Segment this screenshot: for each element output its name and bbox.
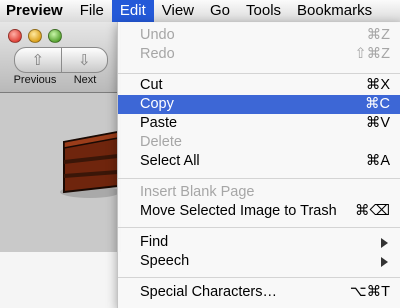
navigation-labels: Previous Next	[10, 74, 110, 86]
menu-preview[interactable]: Preview	[0, 0, 72, 22]
next-button[interactable]: ⇩	[62, 48, 108, 72]
previous-label[interactable]: Previous	[10, 74, 60, 86]
preview-window: ⇧ ⇩ Previous Next	[0, 22, 121, 252]
menu-item-select-all[interactable]: Select All ⌘A	[118, 152, 400, 171]
minimize-window-button[interactable]	[28, 29, 42, 43]
menu-edit[interactable]: Edit	[111, 0, 154, 22]
menu-file[interactable]: File	[72, 0, 112, 22]
document-view[interactable]	[0, 93, 120, 252]
menu-separator	[118, 227, 400, 228]
window-toolbar: ⇧ ⇩ Previous Next	[0, 22, 120, 93]
arrow-up-icon: ⇧	[31, 52, 45, 69]
menu-item-move-to-trash[interactable]: Move Selected Image to Trash ⌘⌫	[118, 202, 400, 221]
menu-item-paste[interactable]: Paste ⌘V	[118, 114, 400, 133]
close-window-button[interactable]	[8, 29, 22, 43]
menu-item-redo[interactable]: Redo ⇧⌘Z	[118, 45, 400, 64]
navigation-segmented-control: ⇧ ⇩	[14, 47, 108, 73]
next-label[interactable]: Next	[60, 74, 110, 86]
menu-view[interactable]: View	[154, 0, 202, 22]
menu-item-insert-blank-page[interactable]: Insert Blank Page	[118, 183, 400, 202]
menu-item-special-characters[interactable]: Special Characters… ⌥⌘T	[118, 283, 400, 302]
menu-item-undo[interactable]: Undo ⌘Z	[118, 26, 400, 45]
menu-item-speech[interactable]: Speech	[118, 252, 400, 271]
submenu-arrow-icon	[381, 238, 388, 248]
menu-bar: Preview File Edit View Go Tools Bookmark…	[0, 0, 400, 23]
menu-item-cut[interactable]: Cut ⌘X	[118, 76, 400, 95]
menu-item-find[interactable]: Find	[118, 233, 400, 252]
menu-bookmarks[interactable]: Bookmarks	[289, 0, 380, 22]
submenu-arrow-icon	[381, 257, 388, 267]
arrow-down-icon: ⇩	[77, 52, 91, 69]
menu-go[interactable]: Go	[202, 0, 238, 22]
zoom-window-button[interactable]	[48, 29, 62, 43]
menu-separator	[118, 73, 400, 74]
cake-image	[60, 130, 120, 198]
menu-item-delete[interactable]: Delete	[118, 133, 400, 152]
menu-separator	[118, 178, 400, 179]
edit-menu: Undo ⌘Z Redo ⇧⌘Z Cut ⌘X Copy ⌘C Paste ⌘V…	[117, 22, 400, 308]
previous-button[interactable]: ⇧	[15, 48, 62, 72]
desktop-area	[0, 252, 120, 308]
menu-item-copy[interactable]: Copy ⌘C	[118, 95, 400, 114]
menu-tools[interactable]: Tools	[238, 0, 289, 22]
menu-separator	[118, 277, 400, 278]
